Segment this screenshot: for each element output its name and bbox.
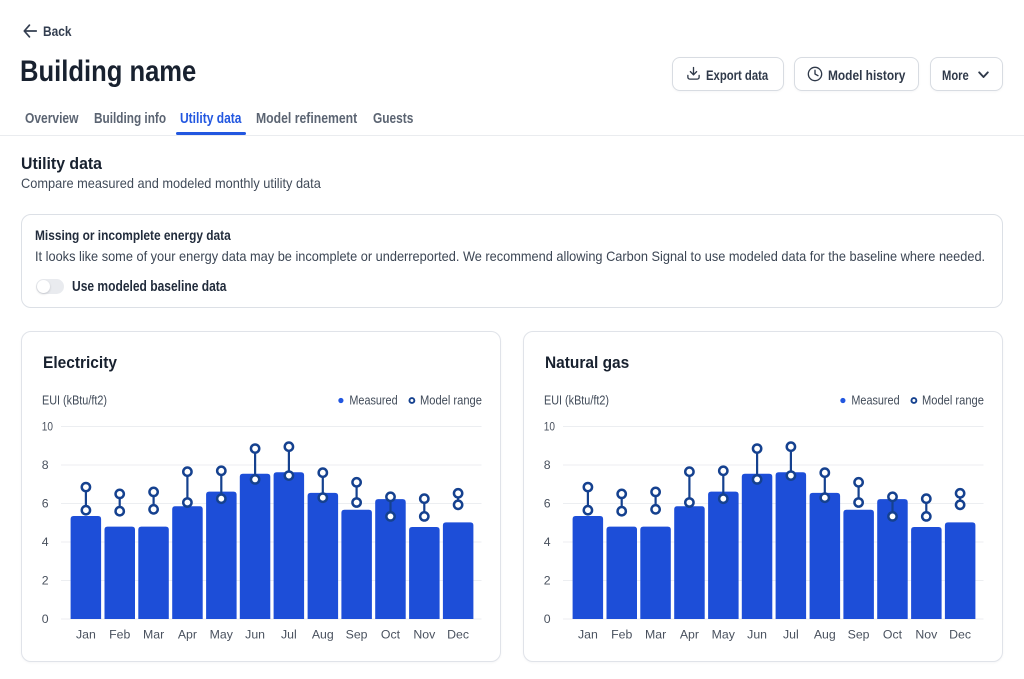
- svg-text:Jun: Jun: [245, 627, 265, 641]
- svg-text:Mar: Mar: [645, 627, 666, 641]
- svg-text:Jan: Jan: [76, 627, 96, 641]
- svg-text:Dec: Dec: [949, 627, 971, 641]
- svg-text:EUI (kBtu/ft2): EUI (kBtu/ft2): [544, 392, 609, 407]
- svg-text:10: 10: [42, 420, 53, 434]
- svg-text:Model range: Model range: [922, 392, 984, 407]
- svg-text:Measured: Measured: [851, 392, 899, 407]
- svg-text:Sep: Sep: [848, 627, 870, 641]
- svg-text:Dec: Dec: [447, 627, 469, 641]
- svg-text:Sep: Sep: [346, 627, 368, 641]
- svg-text:Mar: Mar: [143, 627, 164, 641]
- svg-text:May: May: [210, 627, 234, 641]
- svg-text:Oct: Oct: [381, 627, 401, 641]
- svg-text:Feb: Feb: [109, 627, 130, 641]
- svg-text:6: 6: [42, 497, 49, 511]
- svg-text:Jan: Jan: [578, 627, 598, 641]
- svg-text:Oct: Oct: [883, 627, 903, 641]
- svg-text:EUI (kBtu/ft2): EUI (kBtu/ft2): [42, 392, 107, 407]
- svg-text:4: 4: [544, 535, 551, 549]
- svg-text:Aug: Aug: [312, 627, 334, 641]
- svg-text:Nov: Nov: [413, 627, 436, 641]
- svg-text:8: 8: [544, 458, 551, 472]
- svg-text:0: 0: [544, 612, 551, 626]
- svg-text:4: 4: [42, 535, 49, 549]
- svg-text:2: 2: [42, 574, 49, 588]
- svg-text:0: 0: [42, 612, 49, 626]
- svg-text:10: 10: [544, 420, 555, 434]
- svg-text:Aug: Aug: [814, 627, 836, 641]
- svg-text:Jul: Jul: [281, 627, 297, 641]
- svg-text:Jun: Jun: [747, 627, 767, 641]
- svg-text:Feb: Feb: [611, 627, 632, 641]
- svg-text:May: May: [712, 627, 736, 641]
- svg-text:8: 8: [42, 458, 49, 472]
- svg-text:2: 2: [544, 574, 551, 588]
- svg-text:Apr: Apr: [680, 627, 699, 641]
- svg-text:Apr: Apr: [178, 627, 197, 641]
- svg-text:Jul: Jul: [783, 627, 799, 641]
- svg-text:Measured: Measured: [349, 392, 397, 407]
- svg-text:6: 6: [544, 497, 551, 511]
- svg-text:Model range: Model range: [420, 392, 482, 407]
- svg-text:Nov: Nov: [915, 627, 938, 641]
